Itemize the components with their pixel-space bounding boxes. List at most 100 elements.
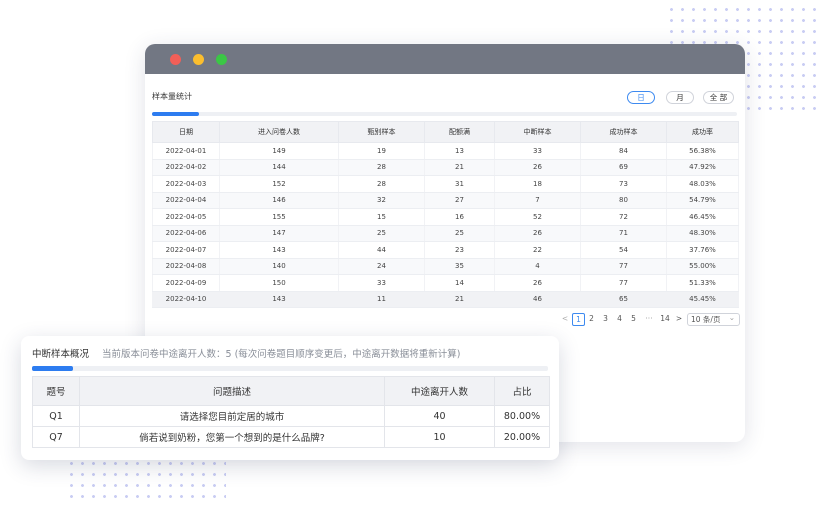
table-row[interactable]: 2022-04-05 155 15 16 52 72 46.45% xyxy=(152,208,739,226)
table-row[interactable]: 2022-04-07 143 44 23 22 54 37.76% xyxy=(152,241,739,259)
cell-date: 2022-04-09 xyxy=(152,274,220,292)
cell-success: 73 xyxy=(580,175,667,193)
cell-screened: 15 xyxy=(338,208,425,226)
cell-success: 80 xyxy=(580,192,667,209)
cell-ratio: 20.00% xyxy=(494,426,550,448)
card-subtitle: 当前版本问卷中途离开人数：5 (每次问卷题目顺序变更后，中途离开数据将重新计算) xyxy=(102,349,461,360)
pagination-page-3[interactable]: 3 xyxy=(600,313,611,324)
progress-fill xyxy=(152,112,199,116)
cell-interrupted: 22 xyxy=(494,241,581,259)
cell-quota-full: 23 xyxy=(424,241,495,259)
pagination-page-4[interactable]: 4 xyxy=(614,313,625,324)
cell-success-rate: 48.03% xyxy=(666,175,739,193)
cell-question-no: Q1 xyxy=(32,405,80,427)
table-row[interactable]: 2022-04-03 152 28 31 18 73 48.03% xyxy=(152,175,739,193)
column-header-date[interactable]: 日期 xyxy=(152,121,220,143)
table-row[interactable]: Q1 请选择您目前定居的城市 40 80.00% xyxy=(32,405,550,427)
maximize-window-icon[interactable] xyxy=(216,54,227,65)
column-header-dropout-count[interactable]: 中途离开人数 xyxy=(384,376,495,406)
cell-screened: 33 xyxy=(338,274,425,292)
window-titlebar xyxy=(145,44,745,74)
cell-screened: 11 xyxy=(338,291,425,308)
cell-success: 65 xyxy=(580,291,667,308)
cell-screened: 24 xyxy=(338,258,425,275)
cell-date: 2022-04-08 xyxy=(152,258,220,275)
column-header-quota-full[interactable]: 配额满 xyxy=(424,121,495,143)
cell-screened: 28 xyxy=(338,159,425,176)
cell-success-rate: 56.38% xyxy=(666,142,739,160)
column-header-question-no[interactable]: 题号 xyxy=(32,376,80,406)
column-header-success[interactable]: 成功样本 xyxy=(580,121,667,143)
cell-success-rate: 47.92% xyxy=(666,159,739,176)
cell-interrupted: 26 xyxy=(494,159,581,176)
column-header-success-rate[interactable]: 成功率 xyxy=(666,121,739,143)
column-header-entered[interactable]: 进入问卷人数 xyxy=(219,121,339,143)
table-row[interactable]: 2022-04-08 140 24 35 4 77 55.00% xyxy=(152,258,739,275)
column-header-screened[interactable]: 甄别样本 xyxy=(338,121,425,143)
card-title: 中断样本概况 xyxy=(32,349,90,360)
cell-quota-full: 21 xyxy=(424,159,495,176)
cell-quota-full: 14 xyxy=(424,274,495,292)
table-row[interactable]: 2022-04-04 146 32 27 7 80 54.79% xyxy=(152,192,739,209)
cell-success: 84 xyxy=(580,142,667,160)
pagination: < 1 2 3 4 5 ··· 14 > 10 条/页 ⌄ xyxy=(145,313,745,326)
pagination-page-1[interactable]: 1 xyxy=(572,313,585,326)
table-row[interactable]: 2022-04-06 147 25 25 26 71 48.30% xyxy=(152,225,739,242)
pagination-prev-button[interactable]: < xyxy=(561,313,569,324)
cell-dropout-count: 40 xyxy=(384,405,495,427)
cell-entered: 140 xyxy=(219,258,339,275)
table-row[interactable]: 2022-04-10 143 11 21 46 65 45.45% xyxy=(152,291,739,308)
cell-date: 2022-04-07 xyxy=(152,241,220,259)
cell-success: 72 xyxy=(580,208,667,226)
pagination-last-page[interactable]: 14 xyxy=(658,313,672,324)
pagination-page-2[interactable]: 2 xyxy=(586,313,597,324)
pagination-page-5[interactable]: 5 xyxy=(628,313,639,324)
cell-entered: 152 xyxy=(219,175,339,193)
cell-quota-full: 27 xyxy=(424,192,495,209)
close-window-icon[interactable] xyxy=(170,54,181,65)
cell-screened: 19 xyxy=(338,142,425,160)
cell-interrupted: 26 xyxy=(494,274,581,292)
cell-entered: 146 xyxy=(219,192,339,209)
tab-month[interactable]: 月 xyxy=(666,91,694,104)
cell-interrupted: 46 xyxy=(494,291,581,308)
table-row[interactable]: 2022-04-09 150 33 14 26 77 51.33% xyxy=(152,274,739,292)
cell-success-rate: 45.45% xyxy=(666,291,739,308)
cell-screened: 44 xyxy=(338,241,425,259)
cell-entered: 143 xyxy=(219,291,339,308)
cell-date: 2022-04-05 xyxy=(152,208,220,226)
column-header-description[interactable]: 问题描述 xyxy=(79,376,385,406)
pagination-ellipsis[interactable]: ··· xyxy=(641,313,657,324)
column-header-interrupted[interactable]: 中断样本 xyxy=(494,121,581,143)
section-title: 样本量统计 xyxy=(152,92,192,101)
minimize-window-icon[interactable] xyxy=(193,54,204,65)
cell-success-rate: 51.33% xyxy=(666,274,739,292)
table-row[interactable]: 2022-04-02 144 28 21 26 69 47.92% xyxy=(152,159,739,176)
cell-date: 2022-04-10 xyxy=(152,291,220,308)
cell-entered: 155 xyxy=(219,208,339,226)
cell-date: 2022-04-02 xyxy=(152,159,220,176)
cell-entered: 149 xyxy=(219,142,339,160)
cell-success: 54 xyxy=(580,241,667,259)
cell-success-rate: 37.76% xyxy=(666,241,739,259)
cell-entered: 143 xyxy=(219,241,339,259)
tab-day[interactable]: 日 xyxy=(627,91,655,104)
cell-interrupted: 7 xyxy=(494,192,581,209)
cell-screened: 28 xyxy=(338,175,425,193)
table-header-row: 日期 进入问卷人数 甄别样本 配额满 中断样本 成功样本 成功率 xyxy=(152,121,739,143)
pagination-next-button[interactable]: > xyxy=(675,313,683,324)
sample-stats-table: 日期 进入问卷人数 甄别样本 配额满 中断样本 成功样本 成功率 2022-04… xyxy=(152,121,739,308)
cell-screened: 25 xyxy=(338,225,425,242)
column-header-ratio[interactable]: 占比 xyxy=(494,376,550,406)
table-header-row: 题号 问题描述 中途离开人数 占比 xyxy=(32,376,550,406)
cell-question-no: Q7 xyxy=(32,426,80,448)
interrupted-sample-card: 中断样本概况 当前版本问卷中途离开人数：5 (每次问卷题目顺序变更后，中途离开数… xyxy=(21,336,559,460)
cell-quota-full: 21 xyxy=(424,291,495,308)
cell-interrupted: 52 xyxy=(494,208,581,226)
cell-quota-full: 16 xyxy=(424,208,495,226)
card-progress-bar xyxy=(32,366,548,371)
table-row[interactable]: 2022-04-01 149 19 13 33 84 56.38% xyxy=(152,142,739,160)
table-row[interactable]: Q7 倘若说到奶粉，您第一个想到的是什么品牌? 10 20.00% xyxy=(32,426,550,448)
page-size-select[interactable]: 10 条/页 ⌄ xyxy=(687,313,740,326)
tab-all[interactable]: 全 部 xyxy=(703,91,734,104)
